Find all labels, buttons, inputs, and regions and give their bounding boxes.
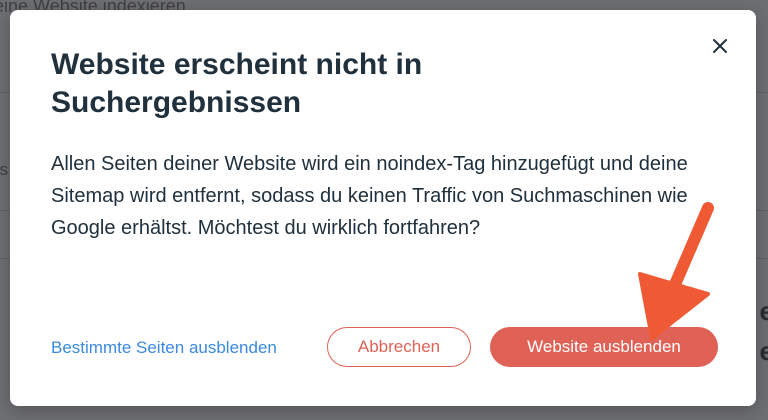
- hide-specific-pages-link[interactable]: Bestimmte Seiten ausblenden: [51, 337, 277, 359]
- background-left-text: as: [0, 160, 8, 179]
- dialog-title: Website erscheint nicht in Suchergebniss…: [51, 48, 423, 119]
- background-right-text: e: [759, 336, 768, 366]
- background-right-text: e: [759, 296, 768, 326]
- dialog-body: Allen Seiten deiner Website wird ein noi…: [51, 153, 688, 239]
- confirm-dialog: Website erscheint nicht in Suchergebniss…: [10, 10, 756, 406]
- cancel-button[interactable]: Abbrechen: [327, 327, 471, 367]
- close-icon: [713, 39, 727, 53]
- close-button[interactable]: [708, 34, 732, 58]
- hide-website-button[interactable]: Website ausblenden: [490, 327, 718, 367]
